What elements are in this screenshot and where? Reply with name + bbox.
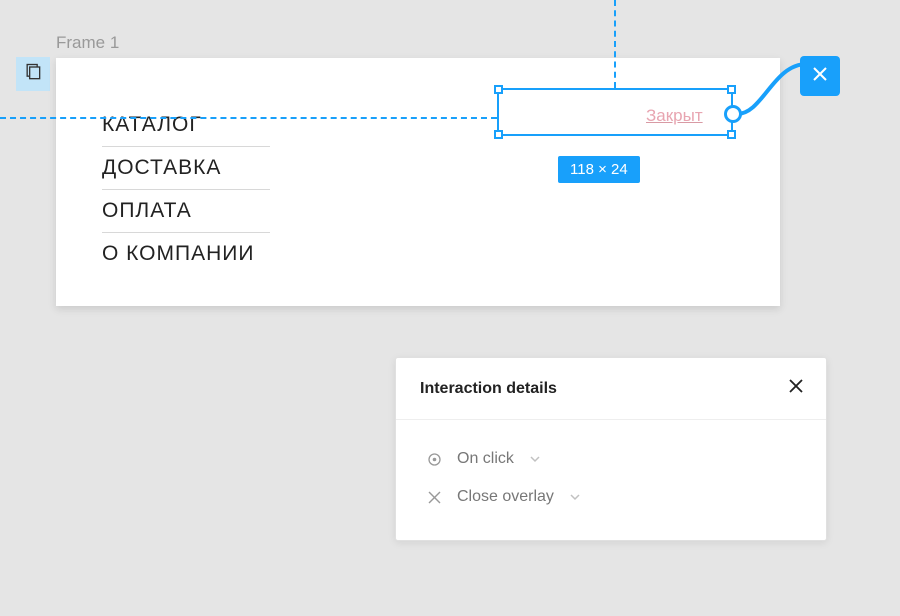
menu-item-catalog[interactable]: КАТАЛОГ bbox=[102, 104, 270, 147]
selection-size-badge: 118 × 24 bbox=[558, 156, 640, 183]
action-row[interactable]: Close overlay bbox=[426, 478, 796, 516]
resize-handle-bottom-left[interactable] bbox=[494, 130, 503, 139]
prototype-close-action-node[interactable] bbox=[800, 56, 840, 96]
resize-handle-bottom-right[interactable] bbox=[727, 130, 736, 139]
resize-handle-top-left[interactable] bbox=[494, 85, 503, 94]
panel-header: Interaction details bbox=[396, 358, 826, 420]
alignment-guide-horizontal bbox=[0, 117, 497, 119]
prototype-connector-handle[interactable] bbox=[724, 105, 742, 123]
panel-title: Interaction details bbox=[420, 380, 557, 398]
panel-close-button[interactable] bbox=[786, 376, 806, 401]
panel-body: On click Close overlay bbox=[396, 420, 826, 540]
menu-item-payment[interactable]: ОПЛАТА bbox=[102, 190, 270, 233]
resize-handle-top-right[interactable] bbox=[727, 85, 736, 94]
menu-list: КАТАЛОГ ДОСТАВКА ОПЛАТА О КОМПАНИИ bbox=[102, 104, 270, 275]
action-label: Close overlay bbox=[457, 488, 554, 506]
selection-box[interactable] bbox=[497, 88, 733, 136]
menu-item-delivery[interactable]: ДОСТАВКА bbox=[102, 147, 270, 190]
x-icon bbox=[426, 489, 442, 505]
frame-badge[interactable] bbox=[16, 57, 50, 91]
frame-label[interactable]: Frame 1 bbox=[56, 33, 119, 53]
interaction-details-panel: Interaction details On click bbox=[395, 357, 827, 541]
chevron-down-icon bbox=[570, 488, 580, 506]
trigger-row[interactable]: On click bbox=[426, 440, 796, 478]
alignment-guide-vertical bbox=[614, 0, 616, 88]
trigger-label: On click bbox=[457, 450, 514, 468]
close-icon bbox=[786, 383, 806, 400]
menu-item-about[interactable]: О КОМПАНИИ bbox=[102, 233, 270, 275]
close-icon bbox=[811, 65, 829, 88]
chevron-down-icon bbox=[530, 450, 540, 468]
frame-icon bbox=[23, 62, 43, 87]
target-icon bbox=[426, 451, 442, 467]
